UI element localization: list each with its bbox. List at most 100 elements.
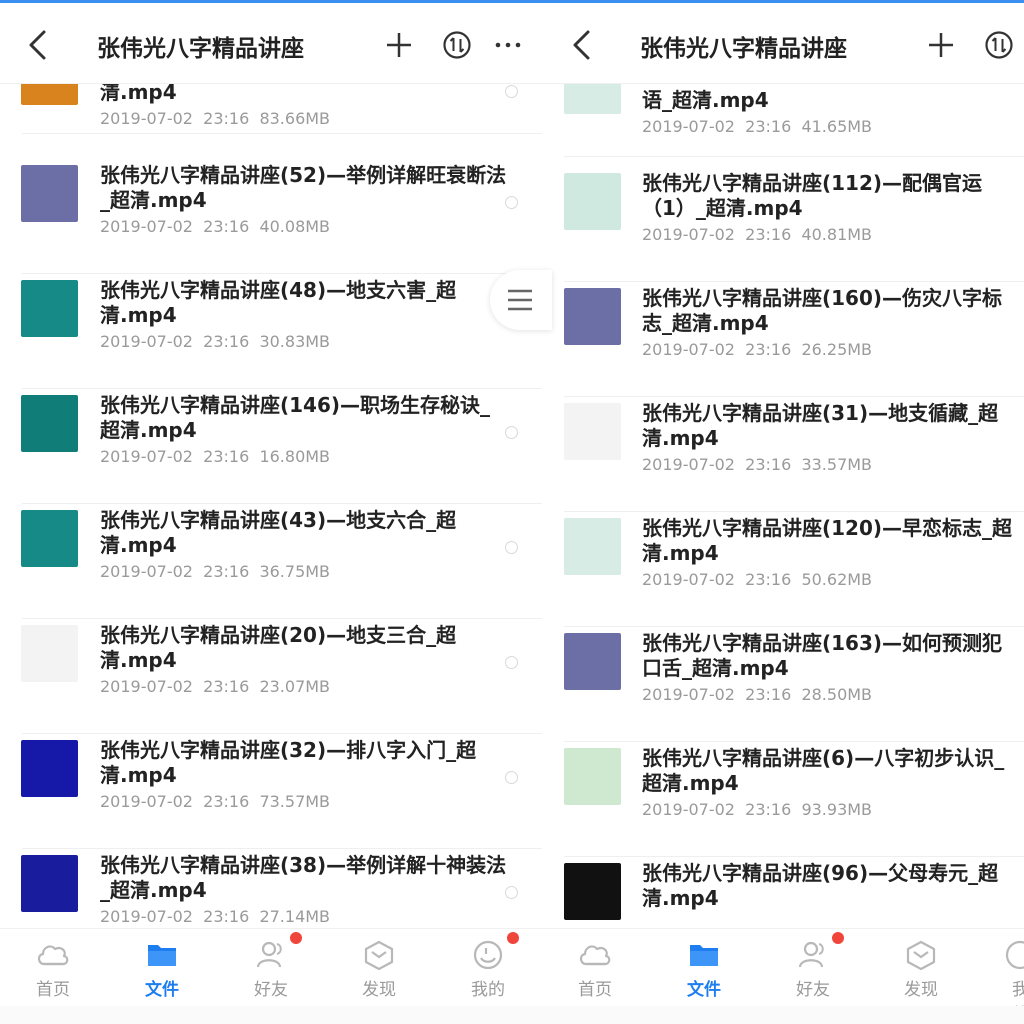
- file-name: 语_超清.mp4: [642, 88, 769, 112]
- file-meta: 2019-07-02 23:16 36.75MB: [100, 562, 331, 581]
- right-screen: 张伟光八字精品讲座 语_超清.mp4 2019-07-02 23:16 41.6…: [542, 0, 1024, 1024]
- file-meta: 2019-07-02 23:16 93.93MB: [642, 800, 873, 819]
- divider: [564, 396, 1024, 397]
- list-item[interactable]: 张伟光八字精品讲座(32)—排八字入门_超清.mp4 2019-07-02 23…: [0, 738, 542, 855]
- cloud-icon: [579, 945, 611, 966]
- list-item[interactable]: 张伟光八字精品讲座(43)—地支六合_超清.mp4 2019-07-02 23:…: [0, 508, 542, 625]
- friends-icon: [798, 941, 824, 968]
- list-item[interactable]: 张伟光八字精品讲座(120)—早恋标志_超清.mp4 2019-07-02 23…: [542, 516, 1024, 633]
- select-radio[interactable]: [505, 541, 518, 554]
- divider: [564, 281, 1024, 282]
- list-item[interactable]: 张伟光八字精品讲座(160)—伤灾八字标志_超清.mp4 2019-07-02 …: [542, 286, 1024, 403]
- divider: [22, 388, 542, 389]
- video-thumbnail: [21, 165, 78, 222]
- sort-icon[interactable]: [983, 28, 1015, 62]
- more-icon[interactable]: [493, 28, 525, 62]
- select-radio[interactable]: [505, 656, 518, 669]
- tab-label: 发现: [362, 980, 396, 1000]
- tab-friends[interactable]: 好友: [778, 939, 848, 1000]
- floating-menu-button[interactable]: [490, 270, 552, 330]
- divider: [22, 503, 542, 504]
- file-name: 张伟光八字精品讲座(146)—职场生存秘诀_超清.mp4: [100, 393, 491, 442]
- profile-icon: [1005, 940, 1024, 970]
- list-item[interactable]: 张伟光八字精品讲座(48)—地支六害_超清.mp4 2019-07-02 23:…: [0, 278, 542, 395]
- tab-discover[interactable]: 发现: [886, 939, 956, 1000]
- video-thumbnail: [21, 625, 78, 682]
- tab-label: 文件: [687, 980, 721, 1000]
- tab-friends[interactable]: 好友: [236, 939, 306, 1000]
- select-radio[interactable]: [505, 85, 518, 98]
- file-name: 张伟光八字精品讲座(31)—地支循藏_超清.mp4: [642, 401, 999, 450]
- file-meta: 2019-07-02 23:16 50.62MB: [642, 570, 873, 589]
- add-icon[interactable]: [925, 28, 957, 62]
- header: 张伟光八字精品讲座: [0, 3, 542, 83]
- list-item[interactable]: 张伟光八字精品讲座(146)—职场生存秘诀_超清.mp4 2019-07-02 …: [0, 393, 542, 510]
- list-item[interactable]: 张伟光八字精品讲座(52)—举例详解旺衰断法_超清.mp4 2019-07-02…: [0, 163, 542, 280]
- select-radio[interactable]: [505, 771, 518, 784]
- back-arrow-icon[interactable]: [568, 28, 596, 62]
- sort-icon[interactable]: [441, 28, 473, 62]
- tab-label: 好友: [796, 980, 830, 1000]
- video-thumbnail: [21, 740, 78, 797]
- file-name: 张伟光八字精品讲座(163)—如何预测犯口舌_超清.mp4: [642, 631, 1003, 680]
- file-meta: 2019-07-02 23:16 23.07MB: [100, 677, 331, 696]
- list-item[interactable]: 张伟光八字精品讲座(31)—地支循藏_超清.mp4 2019-07-02 23:…: [542, 401, 1024, 518]
- tab-label: 我的: [471, 980, 505, 1000]
- select-radio[interactable]: [505, 886, 518, 899]
- tab-files[interactable]: 文件: [669, 939, 739, 1000]
- file-name: 张伟光八字精品讲座(43)—地支六合_超清.mp4: [100, 508, 457, 557]
- file-meta: 2019-07-02 23:16 40.81MB: [642, 225, 873, 244]
- list-item[interactable]: 张伟光八字精品讲座(112)—配偶官运（1）_超清.mp4 2019-07-02…: [542, 171, 1024, 288]
- file-name: 张伟光八字精品讲座(160)—伤灾八字标志_超清.mp4: [642, 286, 1003, 335]
- system-nav-bar: [542, 1006, 1024, 1024]
- list-item[interactable]: 张伟光八字精品讲座(6)—八字初步认识_超清.mp4 2019-07-02 23…: [542, 746, 1024, 863]
- divider: [22, 133, 542, 134]
- folder-icon: [690, 945, 718, 966]
- cloud-icon: [37, 945, 69, 966]
- discover-icon: [364, 940, 394, 971]
- video-thumbnail: [564, 403, 621, 460]
- tab-files[interactable]: 文件: [127, 939, 197, 1000]
- video-thumbnail: [564, 173, 621, 230]
- back-arrow-icon[interactable]: [24, 28, 52, 62]
- header: 张伟光八字精品讲座: [542, 3, 1024, 83]
- file-meta: 2019-07-02 23:16 16.80MB: [100, 447, 331, 466]
- tab-label: 首页: [578, 980, 612, 1000]
- tab-label: 发现: [904, 980, 938, 1000]
- file-meta: 2019-07-02 23:16 40.08MB: [100, 217, 331, 236]
- folder-icon: [148, 945, 176, 966]
- select-radio[interactable]: [505, 426, 518, 439]
- video-thumbnail: [564, 748, 621, 805]
- video-thumbnail: [21, 395, 78, 452]
- file-meta: 2019-07-02 23:16 28.50MB: [642, 685, 873, 704]
- file-name: 张伟光八字精品讲座(52)—举例详解旺衰断法_超清.mp4: [100, 163, 507, 212]
- profile-icon: [473, 940, 503, 970]
- menu-icon: [508, 289, 532, 311]
- add-icon[interactable]: [383, 28, 415, 62]
- select-radio[interactable]: [505, 196, 518, 209]
- file-name: 张伟光八字精品讲座(6)—八字初步认识_超清.mp4: [642, 746, 1005, 795]
- file-name: 张伟光八字精品讲座(20)—地支三合_超清.mp4: [100, 623, 457, 672]
- divider: [22, 273, 542, 274]
- list-item[interactable]: 张伟光八字精品讲座(20)—地支三合_超清.mp4 2019-07-02 23:…: [0, 623, 542, 740]
- file-name: 张伟光八字精品讲座(48)—地支六害_超清.mp4: [100, 278, 457, 327]
- friends-badge: [832, 932, 844, 944]
- list-item[interactable]: 张伟光八字精品讲座(163)—如何预测犯口舌_超清.mp4 2019-07-02…: [542, 631, 1024, 748]
- file-name: 张伟光八字精品讲座(112)—配偶官运（1）_超清.mp4: [642, 171, 983, 220]
- file-meta: 2019-07-02 23:16 73.57MB: [100, 792, 331, 811]
- video-thumbnail: [564, 518, 621, 575]
- file-name: 张伟光八字精品讲座(120)—早恋标志_超清.mp4: [642, 516, 1013, 565]
- divider: [22, 848, 542, 849]
- divider: [22, 733, 542, 734]
- divider: [564, 741, 1024, 742]
- tab-profile[interactable]: 我的: [453, 939, 523, 1000]
- tab-discover[interactable]: 发现: [344, 939, 414, 1000]
- tab-label: 好友: [254, 980, 288, 1000]
- file-name: 张伟光八字精品讲座(38)—举例详解十神装法_超清.mp4: [100, 853, 507, 902]
- file-meta: 2019-07-02 23:16 41.65MB: [642, 117, 873, 136]
- friends-badge: [290, 932, 302, 944]
- tab-home[interactable]: 首页: [560, 939, 630, 1000]
- tab-home[interactable]: 首页: [18, 939, 88, 1000]
- divider: [564, 856, 1024, 857]
- video-thumbnail: [564, 863, 621, 920]
